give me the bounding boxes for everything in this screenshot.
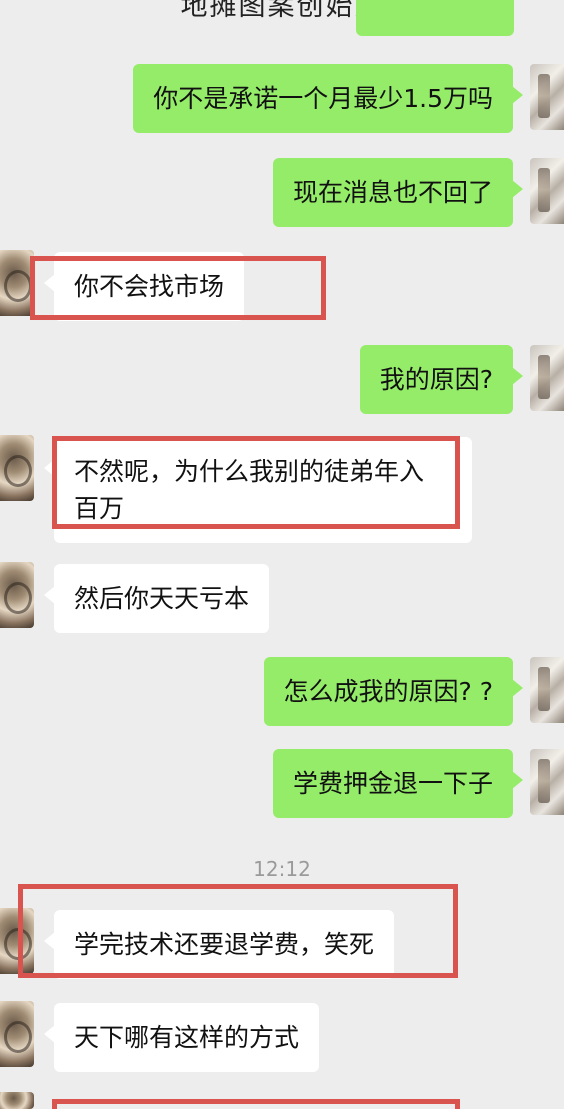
my-avatar[interactable] [530,749,564,815]
message-bubble-sent[interactable]: 我的原因? [359,345,524,414]
highlight-box [18,884,458,978]
highlight-box [52,436,460,529]
previous-message-bubble[interactable] [356,0,514,36]
contact-avatar[interactable] [0,562,34,628]
message-row: 学费押金退一下子 [0,749,564,819]
message-bubble-received[interactable]: 然后你天天亏本 [43,564,270,633]
contact-avatar[interactable] [0,1092,34,1109]
highlight-box [30,256,326,320]
message-row: 你不是承诺一个月最少1.5万吗 [0,64,564,134]
contact-avatar[interactable] [0,1001,34,1067]
my-avatar[interactable] [530,158,564,224]
chat-screen: 地摊图案创始人 你不是承诺一个月最少1.5万吗 现在消息也不回了 你不会找市场 … [0,0,564,1109]
message-bubble-received[interactable]: 天下哪有这样的方式 [43,1003,320,1072]
message-row: 现在消息也不回了 [0,158,564,228]
message-row: 天下哪有这样的方式 [0,1001,564,1072]
message-bubble-sent[interactable]: 学费押金退一下子 [272,749,524,818]
my-avatar[interactable] [530,657,564,723]
message-timestamp: 12:12 [253,857,311,881]
message-bubble-sent[interactable]: 你不是承诺一个月最少1.5万吗 [133,64,523,133]
highlight-box [52,1099,460,1109]
my-avatar[interactable] [530,345,564,411]
my-avatar[interactable] [530,64,564,130]
message-bubble-sent[interactable]: 怎么成我的原因? ? [263,657,523,726]
message-bubble-sent[interactable]: 现在消息也不回了 [272,158,524,227]
contact-avatar[interactable] [0,250,34,316]
message-row: 我的原因? [0,345,564,415]
contact-avatar[interactable] [0,435,34,501]
message-row: 然后你天天亏本 [0,562,564,633]
message-row: 怎么成我的原因? ? [0,657,564,727]
